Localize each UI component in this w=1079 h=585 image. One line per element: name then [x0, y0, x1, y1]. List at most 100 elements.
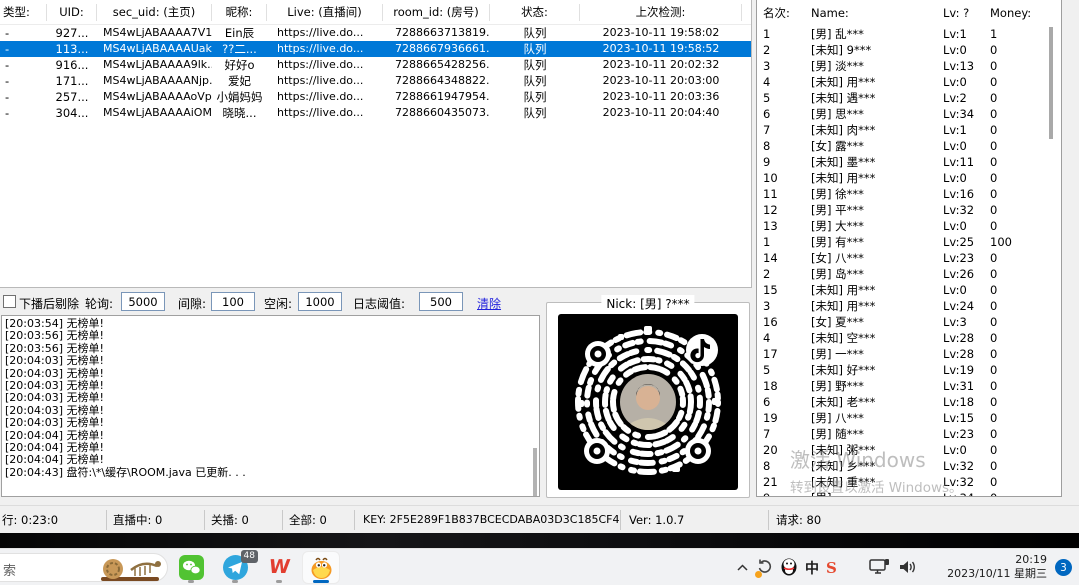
taskbar-search-box[interactable]: 索 — [0, 553, 168, 582]
cell-type: - — [0, 105, 47, 121]
ranking-row[interactable]: 8 [未知] 乡*** Lv:32 0 — [757, 458, 1061, 474]
ranking-row[interactable]: 3 [男] 淡*** Lv:13 0 — [757, 58, 1061, 74]
cell-live-url: https://live.do... — [267, 25, 383, 41]
viewer-name: [男] 随*** — [805, 426, 937, 442]
tray-sogou-icon[interactable]: S — [826, 559, 837, 577]
ranking-row[interactable]: 9 [男] Lv:34 0 — [757, 490, 1061, 496]
viewer-level: Lv:1 — [937, 122, 984, 138]
ranking-row[interactable]: 4 [未知] 空*** Lv:28 0 — [757, 330, 1061, 346]
gap-input[interactable] — [211, 292, 255, 311]
ranking-row[interactable]: 16 [女] 夏*** Lv:3 0 — [757, 314, 1061, 330]
cell-room-id: 7288663713819... — [383, 25, 490, 41]
ranking-row[interactable]: 18 [男] 野*** Lv:31 0 — [757, 378, 1061, 394]
ranking-row[interactable]: 21 [未知] 重*** Lv:32 0 — [757, 474, 1061, 490]
ranking-scrollbar[interactable] — [1049, 27, 1053, 139]
taskbar-clock[interactable]: 20:19 2023/10/11 星期三 — [947, 553, 1047, 581]
table-row[interactable]: - 257... MS4wLjABAAAAoVp... 小娟妈妈 https:/… — [0, 89, 751, 105]
remove-after-offline-checkbox[interactable] — [3, 295, 16, 308]
ranking-row[interactable]: 7 [男] 随*** Lv:23 0 — [757, 426, 1061, 442]
viewer-name: [未知] 粥*** — [805, 442, 937, 458]
ranking-row[interactable]: 19 [男] 八*** Lv:15 0 — [757, 410, 1061, 426]
ranking-row[interactable]: 5 [未知] 遇*** Lv:2 0 — [757, 90, 1061, 106]
table-row[interactable]: - 113... MS4wLjABAAAAUak... ??二... https… — [0, 41, 751, 57]
viewer-money: 100 — [984, 234, 1044, 250]
table-row[interactable]: - 916... MS4wLjABAAAA9lk... 好好o https://… — [0, 57, 751, 73]
col-header-uid[interactable]: UID: — [47, 4, 97, 21]
cell-nick: Ein辰 — [212, 25, 267, 41]
version-status: Ver: 1.0.7 — [621, 510, 769, 530]
log-output[interactable]: [20:03:54] 无榜单! [20:03:56] 无榜单! [20:03:5… — [1, 315, 540, 497]
ranking-row[interactable]: 1 [男] 乱*** Lv:1 1 — [757, 26, 1061, 42]
telegram-icon[interactable]: 48 — [222, 554, 248, 580]
ranking-row[interactable]: 17 [男] 一*** Lv:28 0 — [757, 346, 1061, 362]
table-row[interactable]: - 927... MS4wLjABAAAA7V1... Ein辰 https:/… — [0, 25, 751, 41]
idle-input[interactable] — [298, 292, 342, 311]
viewer-money: 0 — [984, 58, 1044, 74]
wechat-icon[interactable] — [178, 554, 204, 580]
rank-value: 11 — [757, 186, 805, 202]
ranking-row[interactable]: 1 [男] 有*** Lv:25 100 — [757, 234, 1061, 250]
col-header-status[interactable]: 状态: — [490, 4, 580, 21]
log-scrollbar[interactable] — [533, 448, 537, 496]
ranking-row[interactable]: 12 [男] 平*** Lv:32 0 — [757, 202, 1061, 218]
ranking-row[interactable]: 2 [男] 岛*** Lv:26 0 — [757, 266, 1061, 282]
ranking-row[interactable]: 9 [未知] 墨*** Lv:11 0 — [757, 154, 1061, 170]
cell-status: 队列 — [490, 89, 580, 105]
viewer-money: 0 — [984, 250, 1044, 266]
ranking-row[interactable]: 11 [男] 徐*** Lv:16 0 — [757, 186, 1061, 202]
cell-sec-uid: MS4wLjABAAAA9lk... — [97, 57, 212, 73]
notification-count-badge[interactable]: 3 — [1055, 559, 1072, 576]
table-row[interactable]: - 304... MS4wLjABAAAAiOM... 晓晓... https:… — [0, 105, 751, 121]
viewer-money: 0 — [984, 42, 1044, 58]
log-line: [20:04:04] 无榜单! — [5, 454, 539, 466]
ranking-row[interactable]: 13 [男] 大*** Lv:0 0 — [757, 218, 1061, 234]
wps-icon[interactable]: W — [266, 554, 292, 580]
viewer-money: 0 — [984, 378, 1044, 394]
ranking-row[interactable]: 2 [未知] 9*** Lv:0 0 — [757, 42, 1061, 58]
col-header-room-id[interactable]: room_id: (房号) — [383, 4, 490, 21]
viewer-name: [未知] 重*** — [805, 474, 937, 490]
viewer-level: Lv:23 — [937, 250, 984, 266]
log-threshold-input[interactable] — [419, 292, 463, 311]
active-app-icon[interactable] — [308, 555, 334, 581]
col-header-nick[interactable]: 昵称: — [212, 4, 267, 21]
rank-value: 6 — [757, 106, 805, 122]
tray-ime-icon[interactable]: 中 — [805, 558, 819, 578]
tray-chevron-up-icon[interactable] — [736, 561, 749, 575]
tray-speaker-icon[interactable] — [898, 559, 917, 578]
total-count-status: 全部: 0 — [283, 510, 355, 530]
col-header-type[interactable]: 类型: — [0, 4, 47, 21]
cell-last-check: 2023-10-11 20:03:36 — [580, 89, 742, 105]
ranking-row[interactable]: 4 [未知] 用*** Lv:0 0 — [757, 74, 1061, 90]
poll-interval-input[interactable] — [121, 292, 165, 311]
clear-log-link[interactable]: 清除 — [477, 295, 501, 312]
tray-sync-icon[interactable] — [756, 558, 773, 578]
ranking-list[interactable]: 1 [男] 乱*** Lv:1 1 2 [未知] 9*** Lv:0 0 3 [… — [757, 26, 1061, 496]
col-header-live[interactable]: Live: (直播间) — [267, 4, 383, 21]
ranking-row[interactable]: 20 [未知] 粥*** Lv:0 0 — [757, 442, 1061, 458]
ranking-row[interactable]: 6 [未知] 老*** Lv:18 0 — [757, 394, 1061, 410]
ranking-row[interactable]: 15 [未知] 用*** Lv:0 0 — [757, 282, 1061, 298]
viewer-name: [女] 八*** — [805, 250, 937, 266]
viewer-level: Lv:0 — [937, 138, 984, 154]
ranking-row[interactable]: 5 [未知] 好*** Lv:19 0 — [757, 362, 1061, 378]
ranking-row[interactable]: 14 [女] 八*** Lv:23 0 — [757, 250, 1061, 266]
cell-sec-uid: MS4wLjABAAAA7V1... — [97, 25, 212, 41]
ranking-row[interactable]: 3 [未知] 用*** Lv:24 0 — [757, 298, 1061, 314]
tray-network-icon[interactable] — [869, 558, 891, 579]
poll-interval-label: 轮询: — [85, 295, 113, 312]
col-header-sec-uid[interactable]: sec_uid: (主页) — [97, 4, 212, 21]
viewer-level: Lv:19 — [937, 362, 984, 378]
ranking-row[interactable]: 8 [女] 露*** Lv:0 0 — [757, 138, 1061, 154]
ranking-row[interactable]: 10 [未知] 用*** Lv:0 0 — [757, 170, 1061, 186]
ranking-row[interactable]: 6 [男] 思*** Lv:34 0 — [757, 106, 1061, 122]
viewer-money: 0 — [984, 106, 1044, 122]
table-row[interactable]: - 171... MS4wLjABAAAANjp... 爱妃 https://l… — [0, 73, 751, 89]
viewer-name: [未知] 肉*** — [805, 122, 937, 138]
ranking-row[interactable]: 7 [未知] 肉*** Lv:1 0 — [757, 122, 1061, 138]
viewer-name: [未知] 好*** — [805, 362, 937, 378]
viewer-level: Lv:32 — [937, 474, 984, 490]
tray-qq-icon[interactable] — [780, 557, 798, 579]
cell-last-check: 2023-10-11 20:02:32 — [580, 57, 742, 73]
col-header-last-check[interactable]: 上次检测: — [580, 4, 742, 21]
